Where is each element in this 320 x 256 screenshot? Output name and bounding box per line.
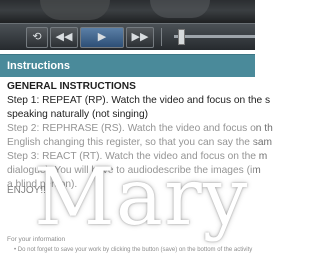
reload-icon[interactable]: ⟲ bbox=[26, 27, 48, 48]
instructions-header[interactable]: Instructions bbox=[0, 54, 255, 77]
play-icon[interactable]: ▶ bbox=[80, 27, 124, 48]
rewind-icon[interactable]: ◀◀ bbox=[50, 27, 78, 48]
panel-title: Instructions bbox=[7, 60, 70, 72]
control-divider bbox=[161, 28, 162, 46]
instructions-heading: GENERAL INSTRUCTIONS bbox=[7, 81, 136, 92]
seek-handle[interactable] bbox=[178, 29, 185, 45]
video-scene-shape bbox=[40, 0, 110, 20]
fast-forward-icon[interactable]: ▶▶ bbox=[126, 27, 154, 48]
seek-track[interactable] bbox=[174, 35, 255, 38]
watermark-text: Mary bbox=[34, 151, 249, 243]
video-scene-shape bbox=[150, 0, 210, 18]
player-controls: ⟲ ◀◀ ▶ ▶▶ bbox=[0, 23, 255, 50]
step1-line1: Step 1: REPEAT (RP). Watch the video and… bbox=[7, 95, 271, 106]
video-frame[interactable] bbox=[0, 0, 255, 23]
